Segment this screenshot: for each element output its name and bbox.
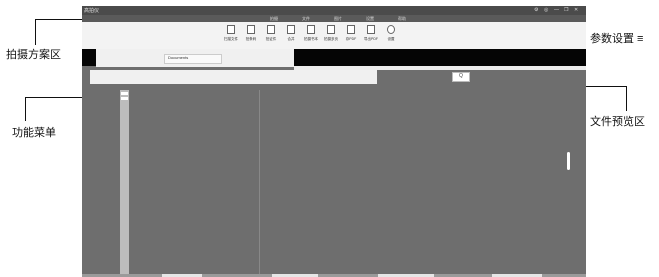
- tool-card[interactable]: 拍证件: [262, 25, 280, 47]
- callout-menu: 功能菜单: [12, 127, 56, 139]
- tool-label: 设置: [387, 37, 395, 41]
- tool-merge[interactable]: 合并: [282, 25, 300, 47]
- menu-item[interactable]: [121, 92, 128, 95]
- tool-label: 导出PDF: [364, 37, 378, 41]
- tool-pdf[interactable]: 存PDF: [342, 25, 360, 47]
- maximize-icon[interactable]: ❐: [564, 7, 568, 13]
- book-icon: [307, 25, 315, 34]
- tool-label: 拍证件: [265, 37, 277, 41]
- toolbar: 扫描文件 拍条码 拍证件 合并 拍摄书本 拍摄多页 存PDF 导出PDF 设置: [82, 22, 586, 49]
- skin-icon[interactable]: ◎: [544, 7, 548, 13]
- tool-label: 拍摄多页: [324, 37, 338, 41]
- tool-export-pdf[interactable]: 导出PDF: [362, 25, 380, 47]
- callout-line: [25, 97, 82, 98]
- tool-label: 扫描文件: [224, 37, 238, 41]
- tool-label: 合并: [287, 37, 295, 41]
- callout-params: 参数设置 ≡: [590, 33, 644, 45]
- minimize-icon[interactable]: —: [554, 7, 559, 13]
- merge-icon: [287, 25, 295, 34]
- scan-doc-icon: [227, 25, 235, 34]
- callout-line: [626, 86, 627, 111]
- panel-divider[interactable]: [259, 90, 260, 276]
- callout-capture-area: 拍摄方案区: [6, 49, 61, 61]
- tool-label: 存PDF: [345, 37, 357, 41]
- settings-icon: [387, 25, 395, 34]
- callout-preview: 文件预览区: [590, 116, 645, 128]
- export-pdf-icon: [367, 25, 375, 34]
- search-strip: [90, 70, 377, 84]
- tool-multi-page[interactable]: 拍摄多页: [322, 25, 340, 47]
- tool-label: 拍条码: [245, 37, 257, 41]
- search-input[interactable]: Q: [452, 72, 470, 82]
- tool-book[interactable]: 拍摄书本: [302, 25, 320, 47]
- tab-bar: 拍摄 文件 图片 设置 帮助: [82, 15, 586, 22]
- tool-label: 拍摄书本: [304, 37, 318, 41]
- multi-page-icon: [327, 25, 335, 34]
- callout-line: [35, 19, 82, 20]
- card-icon: [267, 25, 275, 34]
- menu-item[interactable]: [121, 97, 128, 100]
- settings-icon[interactable]: ⚙: [534, 7, 538, 13]
- app-window: 高拍仪 ⚙ ◎ — ❐ ✕ 拍摄 文件 图片 设置 帮助 扫描文件 拍条码 拍证…: [82, 6, 586, 277]
- title-bar: 高拍仪 ⚙ ◎ — ❐ ✕: [82, 6, 586, 15]
- document-path-panel: Documents: [164, 54, 222, 64]
- function-menu: [120, 90, 129, 276]
- pdf-icon: [347, 25, 355, 34]
- document-path: Documents: [168, 55, 189, 60]
- barcode-icon: [247, 25, 255, 34]
- close-icon[interactable]: ✕: [574, 7, 578, 13]
- tool-scan-doc[interactable]: 扫描文件: [222, 25, 240, 47]
- tool-settings[interactable]: 设置: [382, 25, 400, 47]
- panel-collapse-handle[interactable]: [567, 152, 570, 170]
- callout-line: [35, 19, 36, 45]
- tool-barcode[interactable]: 拍条码: [242, 25, 260, 47]
- callout-line: [25, 97, 26, 121]
- window-title: 高拍仪: [84, 8, 100, 14]
